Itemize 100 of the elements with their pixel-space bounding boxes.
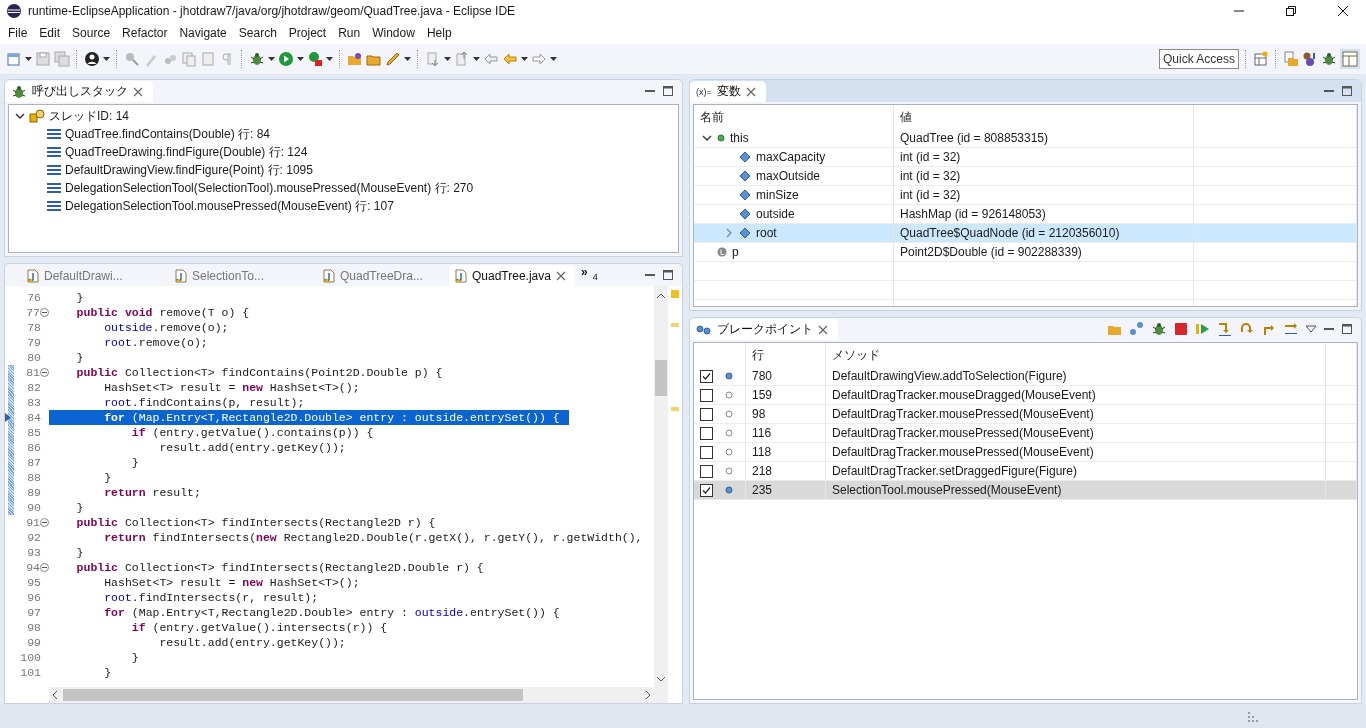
maximize-icon[interactable] — [662, 85, 674, 97]
code-line: outside.remove(o); — [103, 320, 230, 335]
menu-item[interactable]: Refactor — [116, 26, 174, 40]
close-icon[interactable] — [133, 86, 143, 97]
close-icon[interactable] — [818, 324, 828, 335]
fold-icon[interactable] — [40, 563, 49, 572]
chevron-right-icon[interactable] — [724, 228, 734, 238]
checkbox[interactable] — [700, 407, 713, 421]
menu-item[interactable]: Search — [232, 26, 283, 40]
step-into-icon[interactable] — [1217, 321, 1233, 337]
maximize-icon[interactable] — [662, 269, 674, 281]
checkbox[interactable] — [700, 426, 713, 440]
toggle-breakpoint-icon[interactable] — [124, 51, 140, 67]
breakpoints-tab[interactable]: ブレークポイント — [690, 319, 838, 340]
menu-item[interactable]: File — [2, 26, 34, 40]
menu-item[interactable]: Window — [366, 26, 421, 40]
run-tools-icon[interactable] — [307, 51, 323, 67]
menu-item[interactable]: Navigate — [173, 26, 233, 40]
editor-tab[interactable]: SelectionTo... — [153, 265, 301, 286]
editor-tab[interactable]: DefaultDrawi... — [5, 265, 153, 286]
code-line: } — [75, 290, 85, 305]
stack-frame[interactable]: DelegationSelectionTool(SelectionTool).mousePressed(MouseEvent) 行: 270 — [9, 179, 678, 197]
close-icon[interactable] — [555, 270, 566, 281]
drop-to-frame-icon[interactable] — [1283, 321, 1299, 337]
window-close-icon[interactable] — [1338, 6, 1348, 16]
variable-name: maxOutside — [756, 169, 821, 183]
stack-frame[interactable]: DelegationSelectionTool.mousePressed(MouseEvent) 行: 107 — [9, 197, 678, 215]
editor-tab[interactable]: QuadTree.java — [449, 265, 575, 286]
maximize-icon[interactable] — [1341, 85, 1353, 97]
fold-icon[interactable] — [40, 518, 49, 527]
open-folder-icon[interactable] — [347, 51, 363, 67]
chevron-down-icon[interactable] — [15, 111, 25, 121]
line-number: 93 — [26, 546, 41, 559]
variables-tab[interactable]: (x)= 変数 — [690, 81, 766, 102]
scrollbar-thumb[interactable] — [63, 689, 523, 701]
breakpoint-row[interactable]: 159 DefaultDragTracker.mouseDragged(MouseEvent) — [694, 386, 1357, 405]
breakpoint-row[interactable]: 98 DefaultDragTracker.mousePressed(MouseEvent) — [694, 405, 1357, 424]
variable-row[interactable]: maxCapacity int (id = 32) — [694, 148, 1357, 167]
method-name: DefaultDragTracker.mouseDragged(MouseEvent) — [832, 388, 1096, 402]
breakpoint-row[interactable]: 780 DefaultDrawingView.addToSelection(Figure) — [694, 367, 1357, 386]
menu-item[interactable]: Source — [66, 26, 117, 40]
fold-icon[interactable] — [40, 308, 49, 317]
variable-row[interactable]: root QuadTree$QuadNode (id = 2120356010) — [694, 224, 1357, 243]
stack-frame[interactable]: QuadTreeDrawing.findFigure(Double) 行: 124 — [9, 143, 678, 161]
column-header[interactable]: 名前 — [694, 105, 894, 129]
menu-item[interactable]: Edit — [33, 26, 67, 40]
variable-row[interactable]: p Point2D$Double (id = 902288339) — [694, 243, 1357, 262]
variable-row[interactable]: this QuadTree (id = 808853315) — [694, 129, 1357, 148]
debug-perspective-icon[interactable] — [1321, 51, 1337, 67]
variable-name: p — [732, 245, 739, 259]
column-header[interactable]: 値 — [894, 105, 1194, 129]
call-stack-tab[interactable]: 呼び出しスタック — [5, 81, 153, 102]
column-header[interactable]: 行 — [746, 343, 826, 367]
chevron-down-icon[interactable] — [702, 133, 712, 143]
variable-value: int (id = 32) — [900, 150, 961, 164]
checkbox[interactable] — [700, 369, 713, 383]
show-supported-icon[interactable] — [1129, 321, 1145, 337]
window-restore-icon[interactable] — [1286, 6, 1296, 16]
breakpoint-row[interactable]: 235 SelectionTool.mousePressed(MouseEvent) — [694, 481, 1357, 500]
checkbox[interactable] — [700, 483, 713, 497]
line-number: 78 — [26, 321, 41, 334]
fold-icon[interactable] — [40, 368, 49, 377]
java-perspective-icon[interactable] — [1302, 51, 1318, 67]
column-header[interactable]: メソッド — [826, 343, 1326, 367]
stop-icon[interactable] — [1173, 321, 1189, 337]
menu-item[interactable]: Help — [420, 26, 458, 40]
checkbox[interactable] — [700, 464, 713, 478]
field-icon — [739, 208, 751, 220]
code-line: result.add(entry.getKey()); — [158, 635, 347, 650]
scrollbar-thumb[interactable] — [655, 359, 667, 396]
pen-icon[interactable] — [385, 51, 401, 67]
view-menu-icon[interactable] — [1305, 323, 1317, 335]
debug-icon[interactable] — [1151, 321, 1167, 337]
editor-tab[interactable]: QuadTreeDra... — [301, 265, 449, 286]
code-line: return result; — [103, 485, 202, 500]
more-tabs-button[interactable]: » 4 — [575, 263, 604, 286]
stack-frame-icon — [47, 146, 61, 158]
breakpoints-icon — [696, 324, 712, 335]
breakpoint-row[interactable]: 118 DefaultDragTracker.mousePressed(MouseEvent) — [694, 443, 1357, 462]
debug-icon[interactable] — [249, 51, 265, 67]
breakpoint-row[interactable]: 116 DefaultDragTracker.mousePressed(MouseEvent) — [694, 424, 1357, 443]
menu-item[interactable]: Project — [282, 26, 333, 40]
open-perspective-icon[interactable] — [1253, 51, 1269, 67]
checkbox[interactable] — [700, 445, 713, 459]
run-icon[interactable] — [278, 51, 294, 67]
method-name: DefaultDragTracker.mousePressed(MouseEvent) — [832, 426, 1094, 440]
maximize-icon[interactable] — [1341, 323, 1353, 335]
variable-row[interactable]: minSize int (id = 32) — [694, 186, 1357, 205]
line-number: 80 — [26, 351, 41, 364]
thread-row[interactable]: スレッドID: 14 — [9, 107, 678, 125]
checkbox[interactable] — [700, 388, 713, 402]
stack-frame[interactable]: DefaultDrawingView.findFigure(Point) 行: 1095 — [9, 161, 678, 179]
layout-icon[interactable] — [1340, 49, 1360, 69]
variable-row[interactable]: maxOutside int (id = 32) — [694, 167, 1357, 186]
quick-access-field[interactable]: Quick Access — [1159, 49, 1239, 69]
resume-icon[interactable] — [1195, 321, 1211, 337]
stack-frame[interactable]: QuadTree.findContains(Double) 行: 84 — [9, 125, 678, 143]
close-icon[interactable] — [745, 86, 756, 97]
menu-item[interactable]: Run — [332, 26, 367, 40]
person-icon[interactable] — [84, 51, 100, 67]
